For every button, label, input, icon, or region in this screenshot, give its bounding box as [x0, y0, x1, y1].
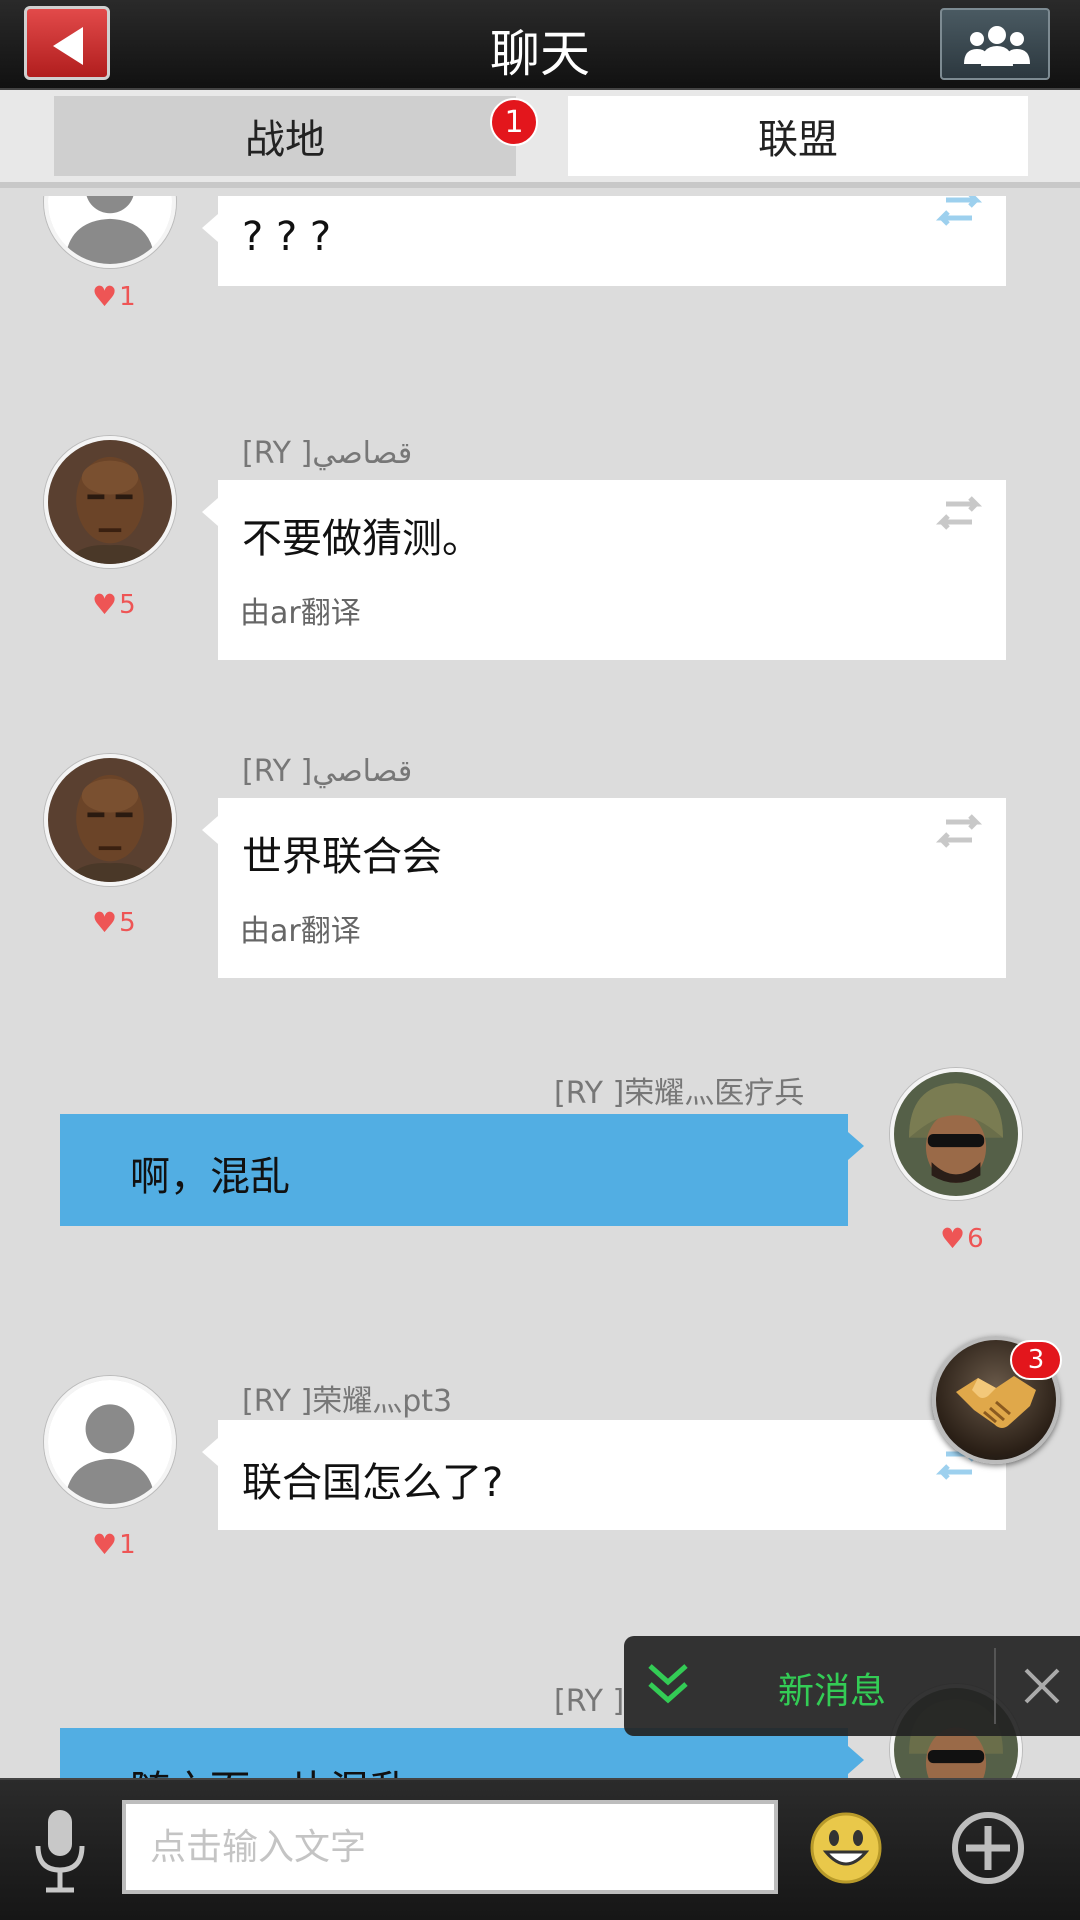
toast-label: 新消息	[778, 1671, 887, 1712]
plus-icon[interactable]	[950, 1810, 1026, 1886]
page-title: 聊天	[490, 25, 590, 83]
alliance-badge: 3	[1010, 1340, 1062, 1380]
message-bubble[interactable]: 不要做猜测。 由ar翻译	[202, 480, 1006, 660]
double-chevron-down-icon	[648, 1664, 688, 1704]
sender-name: [RY ]荣耀灬pt3	[242, 1384, 453, 1419]
like-count: ♥ 1	[92, 1528, 136, 1561]
message-text: ? ? ?	[242, 214, 332, 260]
message-bubble[interactable]: 联合国怎么了?	[202, 1420, 1006, 1530]
avatar[interactable]	[44, 1376, 176, 1508]
like-count: ♥ 5	[92, 906, 136, 939]
translate-icon[interactable]	[932, 196, 986, 232]
heart-icon: ♥	[92, 1528, 118, 1561]
default-avatar-icon	[48, 1380, 172, 1504]
avatar[interactable]	[44, 196, 176, 268]
message-list[interactable]: ♥ 1 ? ? ? ♥ 5 [RY]قصاصي 不要做猜测。 由ar翻译 ♥ …	[0, 196, 1080, 1778]
avatar[interactable]	[44, 754, 176, 886]
top-bar: 聊天	[0, 0, 1080, 90]
message-text: 世界联合会	[242, 834, 442, 880]
like-count: ♥ 6	[940, 1222, 984, 1255]
translate-icon[interactable]	[932, 814, 986, 854]
heart-icon: ♥	[92, 588, 118, 621]
message-text: 啊，混乱	[130, 1154, 290, 1200]
like-count: ♥ 5	[92, 588, 136, 621]
translate-icon[interactable]	[932, 496, 986, 536]
group-icon	[964, 26, 1030, 66]
heart-icon: ♥	[92, 906, 118, 939]
heart-icon: ♥	[92, 280, 118, 313]
members-button[interactable]	[940, 8, 1050, 80]
translation-note: 由ar翻译	[240, 596, 361, 631]
helmet-soldier-avatar-icon	[894, 1072, 1018, 1196]
translation-note: 由ar翻译	[240, 914, 361, 949]
input-bar	[0, 1778, 1080, 1920]
close-icon[interactable]	[1018, 1662, 1066, 1710]
new-message-toast[interactable]: 新消息	[624, 1636, 1080, 1736]
message-text: 不要做猜测。	[242, 516, 482, 562]
message-text: 联合国怎么了?	[242, 1460, 504, 1506]
unread-badge: 1	[490, 98, 538, 146]
message-bubble[interactable]: 世界联合会 由ar翻译	[202, 798, 1006, 978]
sender-name: [RY ]	[554, 1684, 625, 1719]
like-count: ♥ 1	[92, 280, 136, 313]
message-bubble[interactable]: ? ? ?	[202, 196, 1006, 286]
microphone-icon[interactable]	[30, 1806, 90, 1896]
emoji-icon[interactable]	[808, 1810, 884, 1886]
message-bubble[interactable]: 啊，混乱	[60, 1114, 864, 1226]
tab-battlefield[interactable]: 战地	[54, 96, 516, 176]
avatar[interactable]	[44, 436, 176, 568]
message-input[interactable]	[122, 1800, 778, 1894]
avatar[interactable]	[890, 1068, 1022, 1200]
chat-tabs: 战地 联盟	[0, 90, 1080, 188]
message-text: 随之而一片混乱	[130, 1758, 410, 1778]
sender-name: [RY ]قصاصي	[242, 436, 413, 471]
soldier-avatar-icon	[48, 440, 172, 564]
heart-icon: ♥	[940, 1222, 966, 1255]
default-avatar-icon	[48, 196, 172, 264]
sender-name: [RY ]荣耀灬医疗兵	[554, 1076, 805, 1111]
divider	[994, 1648, 996, 1724]
tab-alliance[interactable]: 联盟	[568, 96, 1028, 176]
sender-name: [RY ]قصاصي	[242, 754, 413, 789]
soldier-avatar-icon	[48, 758, 172, 882]
